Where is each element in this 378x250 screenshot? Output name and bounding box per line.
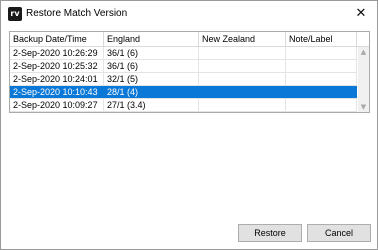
restore-match-version-dialog: rv Restore Match Version ✕ Backup Date/T…	[0, 0, 378, 250]
table-row[interactable]: 2-Sep-2020 10:10:43 28/1 (4)	[10, 86, 357, 99]
table-cell-datetime: 2-Sep-2020 10:10:43	[10, 86, 104, 98]
column-header-new-zealand[interactable]: New Zealand	[199, 32, 286, 46]
table-cell-datetime: 2-Sep-2020 10:25:32	[10, 60, 104, 72]
app-logo-icon: rv	[8, 7, 22, 21]
table-cell-new-zealand	[199, 60, 286, 72]
table-row[interactable]: 2-Sep-2020 10:25:32 36/1 (6)	[10, 60, 357, 73]
table-cell-new-zealand	[199, 47, 286, 59]
backup-versions-table: Backup Date/Time England New Zealand Not…	[9, 31, 370, 113]
table-cell-england: 36/1 (6)	[104, 47, 199, 59]
table-cell-note	[286, 99, 357, 111]
cancel-button[interactable]: Cancel	[307, 224, 371, 242]
table-cell-england: 32/1 (5)	[104, 73, 199, 85]
close-icon[interactable]: ✕	[351, 4, 371, 24]
table-cell-england: 28/1 (4)	[104, 86, 199, 98]
table-row[interactable]: 2-Sep-2020 10:09:27 27/1 (3.4)	[10, 99, 357, 112]
scroll-down-icon[interactable]: ▼	[358, 102, 369, 112]
table-cell-note	[286, 60, 357, 72]
table-cell-note	[286, 73, 357, 85]
vertical-scrollbar[interactable]: ▲ ▼	[358, 47, 369, 112]
table-cell-new-zealand	[199, 99, 286, 111]
table-cell-england: 36/1 (6)	[104, 60, 199, 72]
app-logo-text: rv	[10, 9, 20, 18]
column-header-backup-date-time[interactable]: Backup Date/Time	[10, 32, 104, 46]
restore-button[interactable]: Restore	[238, 224, 302, 242]
table-header: Backup Date/Time England New Zealand Not…	[10, 32, 369, 47]
scroll-up-icon[interactable]: ▲	[358, 47, 369, 57]
table-cell-datetime: 2-Sep-2020 10:26:29	[10, 47, 104, 59]
table-cell-datetime: 2-Sep-2020 10:24:01	[10, 73, 104, 85]
table-row[interactable]: 2-Sep-2020 10:26:29 36/1 (6)	[10, 47, 357, 60]
column-header-note-label[interactable]: Note/Label	[286, 32, 357, 46]
window-title: Restore Match Version	[26, 8, 128, 19]
table-body: 2-Sep-2020 10:26:29 36/1 (6) 2-Sep-2020 10…	[10, 47, 357, 112]
title-bar: rv Restore Match Version ✕	[1, 1, 377, 29]
table-cell-note	[286, 47, 357, 59]
table-cell-datetime: 2-Sep-2020 10:09:27	[10, 99, 104, 111]
table-row[interactable]: 2-Sep-2020 10:24:01 32/1 (5)	[10, 73, 357, 86]
column-header-england[interactable]: England	[104, 32, 199, 46]
table-cell-new-zealand	[199, 86, 286, 98]
table-cell-england: 27/1 (3.4)	[104, 99, 199, 111]
table-cell-note	[286, 86, 357, 98]
table-cell-new-zealand	[199, 73, 286, 85]
